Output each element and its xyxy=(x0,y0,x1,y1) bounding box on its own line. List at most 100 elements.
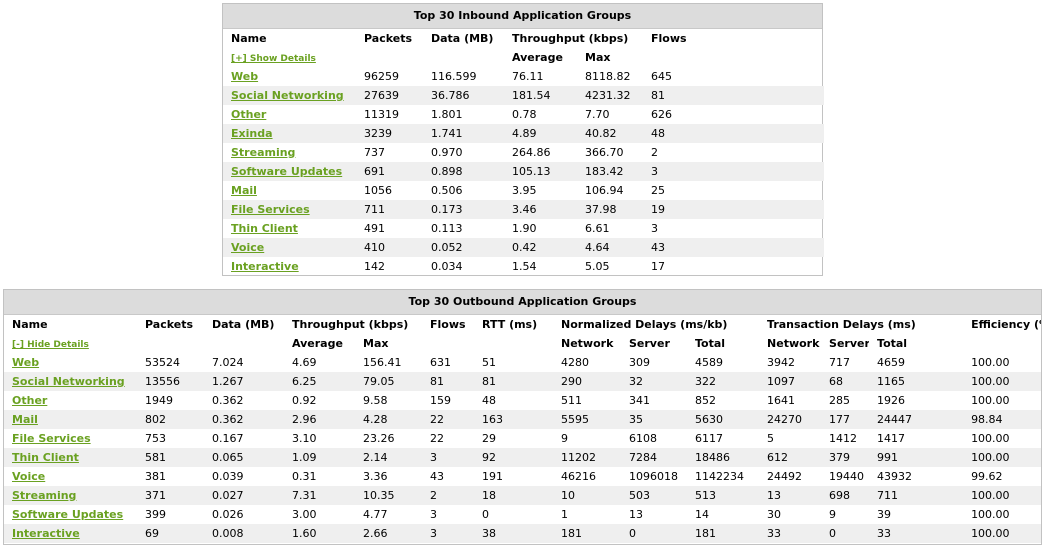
outbound-col-norm-server: Server xyxy=(629,337,670,350)
outbound-cell-name: Interactive xyxy=(4,524,137,543)
outbound-cell-nsrv: 503 xyxy=(629,489,650,502)
table-row: Thin Client 581 0.065 1.09 2.14 3 92 11202 7284 1… xyxy=(4,448,1041,467)
outbound-cell-name: Thin Client xyxy=(4,448,137,467)
table-row: Other 11319 1.801 0.78 7.70 626 xyxy=(223,105,824,124)
outbound-hide-details-link[interactable]: [-] Hide Details xyxy=(12,340,89,350)
inbound-cell-avg: 76.11 xyxy=(512,70,544,83)
inbound-cell-flows: 645 xyxy=(651,70,672,83)
outbound-cell-ttot: 1926 xyxy=(877,394,906,407)
outbound-app-link[interactable]: Other xyxy=(12,394,47,407)
inbound-app-link[interactable]: File Services xyxy=(231,203,310,216)
outbound-cell-eff: 100.00 xyxy=(971,527,1010,540)
inbound-cell-name: Exinda xyxy=(223,124,356,143)
inbound-cell-name: Voice xyxy=(223,238,356,257)
inbound-app-link[interactable]: Social Networking xyxy=(231,89,344,102)
outbound-cell-avg: 7.31 xyxy=(292,489,317,502)
outbound-cell-tsrv: 177 xyxy=(829,413,851,426)
outbound-cell-ntot: 14 xyxy=(695,508,709,521)
outbound-cell-ttot: 43932 xyxy=(877,470,913,483)
inbound-cell-name: Social Networking xyxy=(223,86,356,105)
outbound-app-link[interactable]: Interactive xyxy=(12,527,80,540)
outbound-cell-tnet: 3942 xyxy=(767,356,796,369)
inbound-app-link[interactable]: Voice xyxy=(231,241,264,254)
inbound-app-link[interactable]: Software Updates xyxy=(231,165,342,178)
outbound-cell-eff: 100.00 xyxy=(971,451,1010,464)
inbound-cell-data: 0.970 xyxy=(431,146,463,159)
table-row: File Services 753 0.167 3.10 23.26 22 29 9 6108 6… xyxy=(4,429,1041,448)
outbound-cell-data: 0.065 xyxy=(212,451,244,464)
outbound-cell-name: Software Updates xyxy=(4,505,137,524)
outbound-cell-eff: 100.00 xyxy=(971,508,1010,521)
outbound-col-data: Data (MB) xyxy=(212,318,275,331)
outbound-cell-tsrv: 698 xyxy=(829,489,851,502)
inbound-show-details-link[interactable]: [+] Show Details xyxy=(231,54,316,64)
inbound-cell-name: Interactive xyxy=(223,257,356,276)
outbound-cell-ntot: 6117 xyxy=(695,432,723,445)
table-row: Exinda 3239 1.741 4.89 40.82 48 xyxy=(223,124,824,143)
inbound-cell-name: File Services xyxy=(223,200,356,219)
outbound-cell-flows: 159 xyxy=(430,394,451,407)
outbound-cell-tnet: 33 xyxy=(767,527,782,540)
outbound-cell-name: Web xyxy=(4,353,137,372)
inbound-title: Top 30 Inbound Application Groups xyxy=(223,4,822,29)
outbound-col-name: Name xyxy=(12,318,48,331)
outbound-col-max: Max xyxy=(363,337,389,350)
outbound-app-link[interactable]: Thin Client xyxy=(12,451,79,464)
outbound-app-link[interactable]: Software Updates xyxy=(12,508,123,521)
outbound-cell-rtt: 18 xyxy=(482,489,496,502)
outbound-cell-data: 0.026 xyxy=(212,508,244,521)
table-row: Thin Client 491 0.113 1.90 6.61 3 xyxy=(223,219,824,238)
outbound-app-link[interactable]: Streaming xyxy=(12,489,76,502)
inbound-cell-flows: 48 xyxy=(651,127,665,140)
outbound-cell-rtt: 81 xyxy=(482,375,496,388)
table-row: Voice 410 0.052 0.42 4.64 43 xyxy=(223,238,824,257)
outbound-cell-nnet: 290 xyxy=(561,375,582,388)
outbound-app-link[interactable]: File Services xyxy=(12,432,91,445)
outbound-col-normalized-delays: Normalized Delays (ms/kb) xyxy=(561,318,728,331)
inbound-cell-data: 0.113 xyxy=(431,222,463,235)
outbound-cell-avg: 6.25 xyxy=(292,375,317,388)
inbound-app-link[interactable]: Interactive xyxy=(231,260,299,273)
inbound-cell-max: 7.70 xyxy=(585,108,610,121)
inbound-cell-max: 106.94 xyxy=(585,184,624,197)
inbound-app-link[interactable]: Mail xyxy=(231,184,257,197)
outbound-app-link[interactable]: Mail xyxy=(12,413,38,426)
table-row: Streaming 737 0.970 264.86 366.70 2 xyxy=(223,143,824,162)
inbound-panel: Top 30 Inbound Application Groups Name P… xyxy=(222,3,824,276)
outbound-cell-nsrv: 13 xyxy=(629,508,643,521)
outbound-cell-data: 0.027 xyxy=(212,489,244,502)
outbound-col-average: Average xyxy=(292,337,343,350)
outbound-cell-packets: 69 xyxy=(145,527,159,540)
outbound-app-link[interactable]: Web xyxy=(12,356,39,369)
outbound-cell-flows: 81 xyxy=(430,375,444,388)
outbound-cell-nsrv: 309 xyxy=(629,356,650,369)
outbound-cell-flows: 22 xyxy=(430,413,444,426)
table-row: Web 96259 116.599 76.11 8118.82 645 xyxy=(223,67,824,86)
inbound-cell-packets: 491 xyxy=(364,222,385,235)
inbound-cell-data: 116.599 xyxy=(431,70,477,83)
inbound-app-link[interactable]: Exinda xyxy=(231,127,273,140)
outbound-cell-packets: 802 xyxy=(145,413,166,426)
inbound-cell-avg: 1.90 xyxy=(512,222,537,235)
outbound-app-link[interactable]: Social Networking xyxy=(12,375,125,388)
outbound-cell-flows: 3 xyxy=(430,508,437,521)
outbound-cell-max: 3.36 xyxy=(363,470,388,483)
inbound-cell-packets: 410 xyxy=(364,241,385,254)
outbound-cell-tnet: 612 xyxy=(767,451,789,464)
outbound-cell-packets: 13556 xyxy=(145,375,180,388)
outbound-col-norm-network: Network xyxy=(561,337,614,350)
inbound-app-link[interactable]: Thin Client xyxy=(231,222,298,235)
outbound-cell-data: 0.167 xyxy=(212,432,244,445)
outbound-cell-eff: 100.00 xyxy=(971,356,1010,369)
outbound-cell-eff: 100.00 xyxy=(971,489,1010,502)
outbound-cell-max: 4.77 xyxy=(363,508,388,521)
inbound-app-link[interactable]: Web xyxy=(231,70,258,83)
inbound-app-link[interactable]: Streaming xyxy=(231,146,295,159)
inbound-cell-name: Web xyxy=(223,67,356,86)
inbound-col-packets: Packets xyxy=(364,32,412,45)
outbound-cell-name: Social Networking xyxy=(4,372,137,391)
outbound-cell-avg: 3.00 xyxy=(292,508,317,521)
outbound-cell-rtt: 191 xyxy=(482,470,503,483)
outbound-app-link[interactable]: Voice xyxy=(12,470,45,483)
inbound-app-link[interactable]: Other xyxy=(231,108,266,121)
